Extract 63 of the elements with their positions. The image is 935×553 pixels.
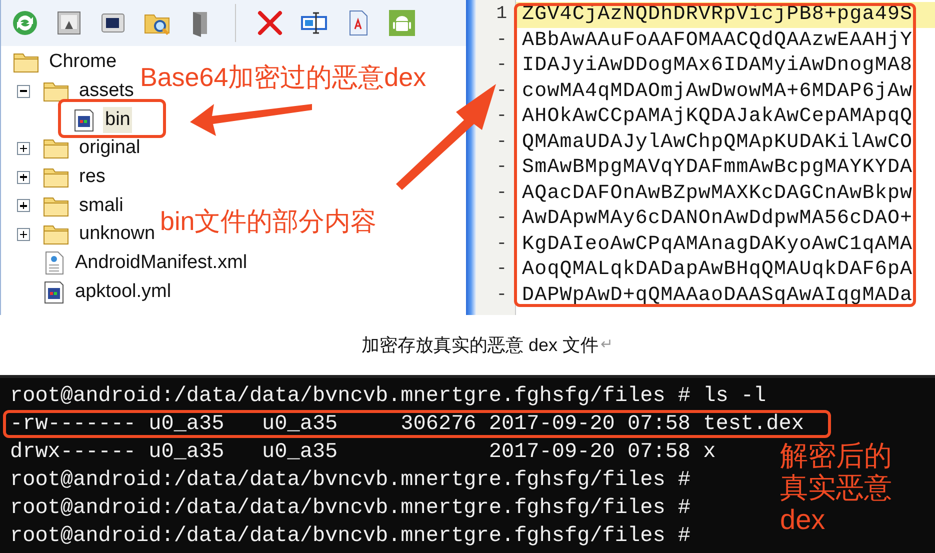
terminal-line: root@android:/data/data/bvncvb.mnertgre.fghsfg/files # [9,468,692,494]
line-number: - [495,130,508,154]
refresh-icon[interactable] [11,9,39,37]
delete-icon[interactable] [256,9,284,37]
expander-toggle[interactable] [17,142,30,155]
tree-item[interactable]: unknown [77,221,158,248]
caption: 加密存放真实的恶意 dex 文件 [361,334,599,356]
tree-item[interactable]: AndroidManifest.xml [73,250,250,276]
terminal-line: root@android:/data/data/bvncvb.mnertgre.fghsfg/files # [9,524,692,550]
annotation-label: 解密后的 [780,440,892,472]
line-number: - [495,284,508,306]
code-line: AHOkAwCCpAMAjKQDAJakAwCepAMApqQ [521,104,914,130]
line-number: - [495,156,508,179]
folder-icon [43,80,69,102]
annotation-label: 真实恶意 [780,472,892,504]
line-number: - [495,232,508,256]
line-number: - [495,54,508,77]
toolbar-separator [235,4,236,42]
code-line: AQacDAFOnAwBZpwMAXKcDAGCnAwBkpw [521,180,914,206]
folder-icon [43,166,69,188]
folder-icon [43,223,69,246]
line-number: - [495,28,508,52]
tree-item[interactable]: res [77,164,108,190]
tree-item[interactable]: smali [77,192,126,219]
line-number: - [495,80,508,102]
image-icon[interactable] [55,9,83,37]
tree-item[interactable]: apktool.yml [73,278,174,305]
code-line: DAPWpAwD+qQMAAaoDAASqAwAIqgMADa [521,282,914,308]
paragraph-mark: ↵ [600,334,614,355]
file-icon [73,108,95,132]
annotation-label: dex [780,504,826,536]
code-line: QMAmaUDAJylAwChpQMApKUDAKilAwCO [521,130,914,155]
folder-icon [43,194,69,217]
folder-icon [13,51,39,74]
code-line: AwDApwMAy6cDANOnAwDdpwMA56cDAO+ [521,206,914,232]
terminal-line: root@android:/data/data/bvncvb.mnertgre.fghsfg/files # [9,496,692,522]
tree-item[interactable]: original [77,135,142,162]
expander-toggle[interactable] [17,170,30,184]
code-line: ABbAwAAuFoAAFOMAACQdQAAzwEAAHjY [521,28,914,53]
expander-toggle[interactable] [17,84,30,98]
terminal-line: drwx------ u0_a35 u0_a35 2017-09-20 07:58 x [9,440,717,466]
folder-icon [43,137,69,160]
tree-item[interactable]: assets [77,78,136,104]
annotation-label: bin文件的部分内容 [160,205,377,238]
line-number: - [495,258,508,281]
code-line: SmAwBMpgMAVqYDAFmmAwBcpgMAYKYDA [521,155,914,180]
code-line: IDAJyiAwDDogMAx6IDAMyiAwDnogMA8 [521,53,914,78]
xml-file-icon [43,251,65,276]
expander-toggle[interactable] [17,199,30,212]
tree-item[interactable]: bin [103,106,132,133]
file-icon [43,280,65,304]
line-number: - [495,182,508,204]
tree-item[interactable]: Chrome [47,49,119,76]
expander-toggle[interactable] [17,228,30,241]
annotation-label: Base64加密过的恶意dex [140,61,426,94]
code-line: cowMA4qMDAOmjAwDwowMA+6MDAP6jAw [521,78,914,104]
terminal-line: root@android:/data/data/bvncvb.mnertgre.fghsfg/files # ls -l [9,384,768,410]
line-number: - [495,105,508,128]
code-line: KgDAIeoAwCPqAMAnagDAKyoAwC1qAMA [521,232,914,257]
line-number: 1 [495,3,508,26]
splitter-bar[interactable] [466,0,476,315]
code-line: AoqQMALqkDADapAwBHqQMAUqkDAF6pA [521,257,914,282]
line-number: - [495,207,508,230]
